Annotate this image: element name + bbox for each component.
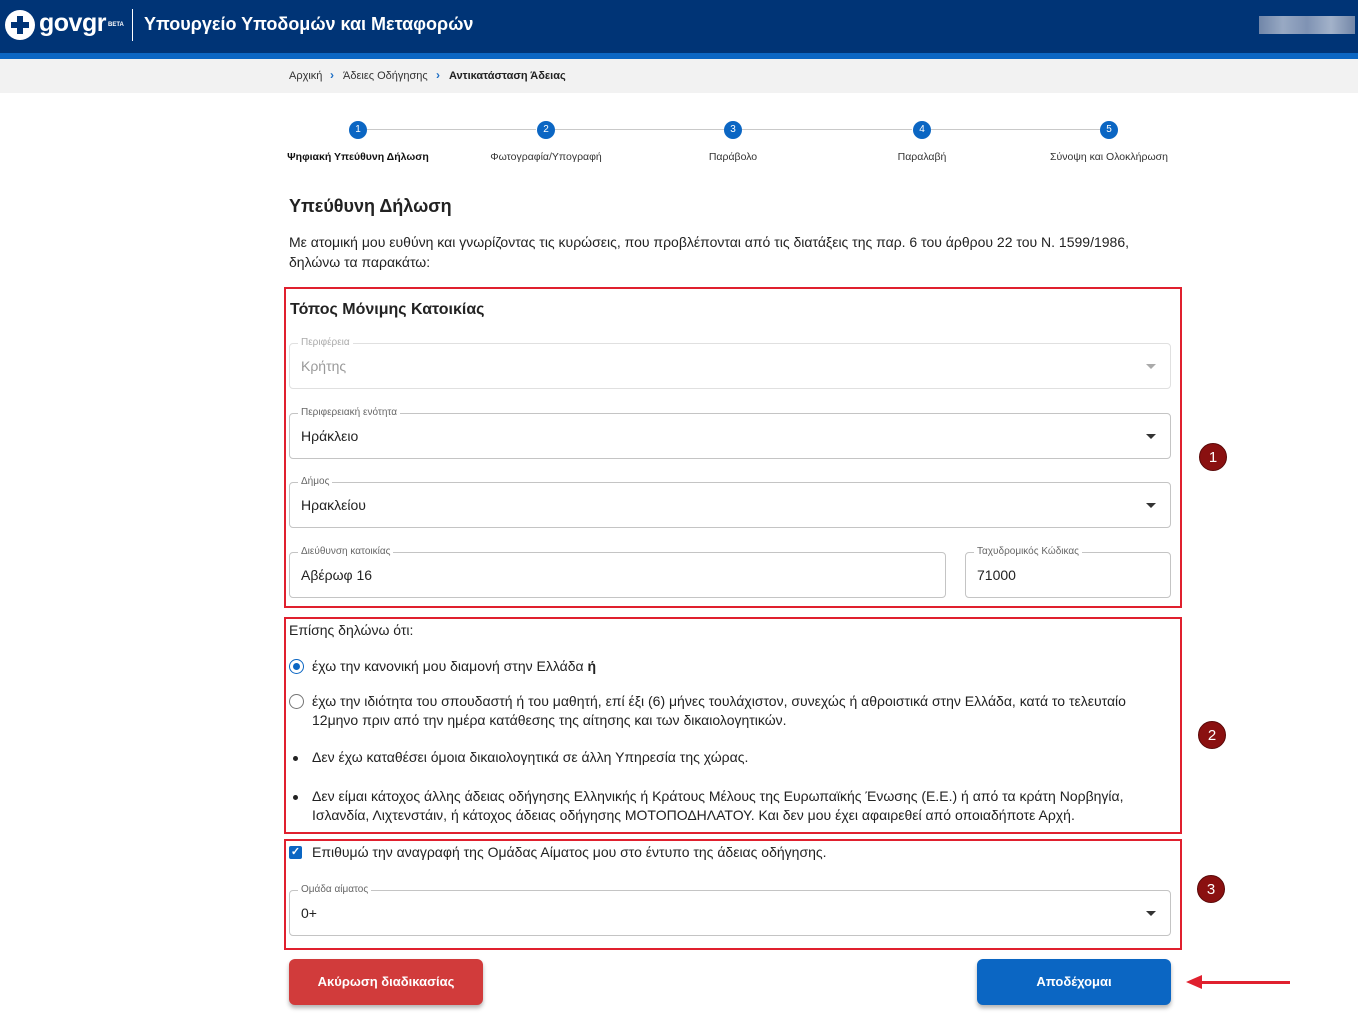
step-connector bbox=[367, 129, 536, 130]
step-connector bbox=[742, 129, 912, 130]
breadcrumb bbox=[0, 59, 1358, 93]
step-1-label: Ψηφιακή Υπεύθυνη Δήλωση bbox=[287, 151, 429, 163]
step-4-label: Παραλαβή bbox=[897, 151, 947, 163]
step-5-label: Σύνοψη και Ολοκλήρωση bbox=[1050, 151, 1168, 163]
page-title: Υπεύθυνη Δήλωση bbox=[289, 196, 452, 216]
annotation-arrow-shaft bbox=[1200, 981, 1290, 984]
declaration-intro: Με ατομική μου ευθύνη και γνωρίζοντας τι… bbox=[289, 234, 1129, 270]
breadcrumb-current: Αντικατάσταση Άδειας bbox=[449, 70, 566, 82]
annotation-badge-3: 3 bbox=[1197, 875, 1225, 903]
cancel-process-button[interactable]: Ακύρωση διαδικασίας bbox=[289, 959, 483, 1005]
govgr-logo[interactable]: govgr bbox=[39, 9, 106, 38]
beta-label: BETA bbox=[108, 22, 124, 28]
step-connector bbox=[931, 129, 1100, 130]
annotation-box-2 bbox=[284, 617, 1182, 834]
ministry-title: Υπουργείο Υποδομών και Μεταφορών bbox=[144, 14, 474, 34]
chevron-right-icon: › bbox=[436, 68, 440, 82]
chevron-right-icon: › bbox=[330, 68, 334, 82]
step-1-indicator: 1 bbox=[349, 121, 367, 139]
annotation-badge-2: 2 bbox=[1198, 721, 1226, 749]
step-3-label: Παράβολο bbox=[708, 151, 758, 163]
govgr-emblem-icon[interactable] bbox=[5, 10, 35, 40]
step-2-indicator: 2 bbox=[537, 121, 555, 139]
step-2-label: Φωτογραφία/Υπογραφή bbox=[490, 151, 602, 163]
annotation-box-3 bbox=[284, 839, 1182, 950]
header-divider bbox=[132, 9, 133, 41]
breadcrumb-home[interactable]: Αρχική bbox=[289, 70, 322, 82]
breadcrumb-licenses[interactable]: Άδειες Οδήγησης bbox=[343, 70, 428, 82]
step-connector bbox=[555, 129, 724, 130]
user-menu-redacted[interactable] bbox=[1259, 16, 1355, 34]
step-5-indicator: 5 bbox=[1100, 121, 1118, 139]
arrow-left-icon bbox=[1186, 975, 1202, 989]
step-4-indicator: 4 bbox=[913, 121, 931, 139]
annotation-badge-1: 1 bbox=[1199, 443, 1227, 471]
step-3-indicator: 3 bbox=[724, 121, 742, 139]
annotation-box-1 bbox=[284, 287, 1182, 608]
accept-button[interactable]: Αποδέχομαι bbox=[977, 959, 1171, 1005]
